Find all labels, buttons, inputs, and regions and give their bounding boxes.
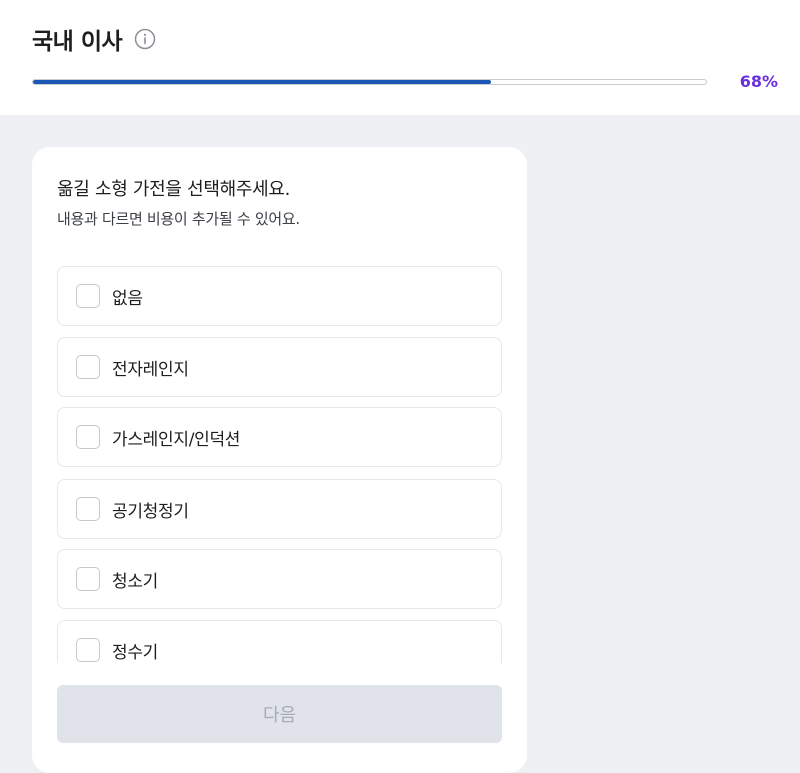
option-label: 청소기 bbox=[112, 571, 159, 592]
checkbox[interactable] bbox=[76, 567, 100, 591]
option-air-purifier[interactable]: 공기청정기 bbox=[57, 479, 502, 539]
question-card: 옮길 소형 가전을 선택해주세요. 내용과 다르면 비용이 추가될 수 있어요.… bbox=[32, 147, 527, 773]
checkbox[interactable] bbox=[76, 284, 100, 308]
option-label: 공기청정기 bbox=[112, 501, 189, 522]
header: 국내 이사 68% bbox=[0, 0, 800, 115]
page-title: 국내 이사 bbox=[32, 29, 123, 55]
option-label: 전자레인지 bbox=[112, 359, 189, 380]
option-gas-range-induction[interactable]: 가스레인지/인덕션 bbox=[57, 407, 502, 467]
checkbox[interactable] bbox=[76, 425, 100, 449]
info-circle-icon[interactable] bbox=[134, 28, 156, 50]
progress-bar bbox=[32, 79, 707, 85]
option-label: 없음 bbox=[112, 288, 143, 309]
checkbox[interactable] bbox=[76, 355, 100, 379]
option-microwave[interactable]: 전자레인지 bbox=[57, 337, 502, 397]
option-label: 정수기 bbox=[112, 642, 159, 663]
question-title: 옮길 소형 가전을 선택해주세요. bbox=[57, 179, 291, 200]
option-label: 가스레인지/인덕션 bbox=[112, 429, 241, 450]
options-list[interactable]: 없음 전자레인지 가스레인지/인덕션 공기청정기 청소기 정수기 bbox=[57, 266, 502, 663]
progress-percent: 68% bbox=[739, 72, 778, 91]
checkbox[interactable] bbox=[76, 638, 100, 662]
progress-bar-fill bbox=[33, 80, 491, 84]
title-row: 국내 이사 bbox=[32, 22, 156, 56]
option-water-purifier[interactable]: 정수기 bbox=[57, 620, 502, 663]
checkbox[interactable] bbox=[76, 497, 100, 521]
option-vacuum[interactable]: 청소기 bbox=[57, 549, 502, 609]
option-none[interactable]: 없음 bbox=[57, 266, 502, 326]
question-subtext: 내용과 다르면 비용이 추가될 수 있어요. bbox=[57, 210, 300, 228]
next-button[interactable]: 다음 bbox=[57, 685, 502, 743]
